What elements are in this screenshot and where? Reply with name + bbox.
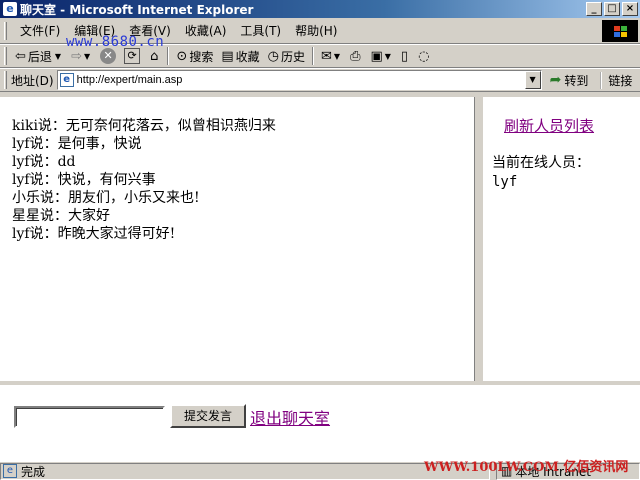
- window-controls: _ □ ×: [586, 2, 638, 16]
- status-text: 完成: [21, 464, 46, 479]
- back-arrow-icon: ⇦: [15, 48, 26, 64]
- favorites-label: 收藏: [235, 49, 260, 64]
- message-item: kiki说：无可奈何花落云，似曾相识燕归来: [12, 118, 276, 134]
- page-icon: e: [59, 73, 74, 87]
- edit-icon: ▣: [370, 48, 383, 64]
- input-frame: 提交发言 退出聊天室: [0, 385, 640, 461]
- zone-label: 本地 Intranet: [515, 464, 591, 479]
- home-button[interactable]: ⌂: [146, 45, 164, 67]
- online-users-label: 当前在线人员：: [492, 155, 590, 171]
- address-grip[interactable]: [4, 71, 7, 89]
- minimize-button[interactable]: _: [586, 2, 602, 16]
- menu-help[interactable]: 帮助(H): [288, 20, 344, 41]
- security-zone[interactable]: ▥ 本地 Intranet: [496, 462, 640, 480]
- history-button[interactable]: ◷ 历史: [264, 45, 309, 67]
- mail-button[interactable]: ✉ ▼: [317, 45, 346, 67]
- browser-window: e 聊天室 - Microsoft Internet Explorer _ □ …: [0, 0, 640, 480]
- menu-grip[interactable]: [4, 21, 7, 40]
- history-icon: ◷: [267, 48, 279, 64]
- message-item: 星星说：大家好: [12, 208, 110, 224]
- forward-arrow-icon: ⇨: [71, 48, 82, 64]
- address-bar: 地址(D) e http://expert/main.asp ▼ ➦ 转到 链接: [0, 68, 640, 92]
- message-input[interactable]: [14, 406, 165, 428]
- edit-button[interactable]: ▣ ▼: [366, 45, 396, 67]
- refresh-users-link[interactable]: 刷新人员列表: [504, 115, 640, 136]
- message-item: lyf说：dd: [12, 154, 76, 170]
- home-icon: ⌂: [150, 48, 159, 64]
- menu-bar: 文件(F) 编辑(E) 查看(V) 收藏(A) 工具(T) 帮助(H): [0, 18, 640, 44]
- print-button[interactable]: ⎙: [346, 45, 366, 67]
- address-value[interactable]: http://expert/main.asp: [77, 74, 183, 86]
- maximize-button[interactable]: □: [604, 2, 620, 16]
- window-title: 聊天室 - Microsoft Internet Explorer: [20, 2, 254, 17]
- favorites-button[interactable]: ▤ 收藏: [217, 45, 263, 67]
- chevron-down-icon: ▼: [83, 51, 91, 61]
- menu-file[interactable]: 文件(F): [13, 20, 67, 41]
- title-bar[interactable]: e 聊天室 - Microsoft Internet Explorer _ □ …: [0, 0, 640, 18]
- search-button[interactable]: ⊙ 搜索: [172, 45, 217, 67]
- toolbar-separator: [312, 47, 314, 65]
- address-input[interactable]: e http://expert/main.asp ▼: [56, 70, 542, 90]
- stop-icon: ✕: [100, 48, 117, 64]
- intranet-icon: ▥: [501, 464, 513, 478]
- menu-favorites[interactable]: 收藏(A): [178, 20, 234, 41]
- back-label: 后退: [27, 49, 52, 64]
- ie-page-icon: e: [3, 2, 17, 16]
- message-item: lyf说：是何事，快说: [12, 136, 142, 152]
- refresh-button[interactable]: ⟳: [120, 45, 146, 67]
- message-item: 小乐说：朋友们，小乐又来也!: [12, 190, 200, 206]
- submit-message-button[interactable]: 提交发言: [170, 404, 246, 428]
- status-panel: e 完成: [0, 462, 490, 480]
- close-button[interactable]: ×: [622, 2, 638, 16]
- standard-toolbar: ⇦ 后退 ▼ ⇨ ▼ ✕ ⟳ ⌂ ⊙ 搜索 ▤ 收藏 ◷ 历史 ✉ ▼ ⎙ ▣ …: [0, 44, 640, 68]
- menu-view[interactable]: 查看(V): [122, 20, 178, 41]
- message-item: lyf说：快说，有何兴事: [12, 172, 156, 188]
- exit-chat-link[interactable]: 退出聊天室: [250, 405, 330, 429]
- favorites-folder-icon: ▤: [221, 48, 234, 64]
- page-icon: e: [3, 464, 17, 478]
- go-arrow-icon: ➦: [549, 72, 562, 88]
- messenger-button[interactable]: ◌: [414, 45, 435, 67]
- forward-button[interactable]: ⇨ ▼: [67, 45, 96, 67]
- discuss-button[interactable]: ▯: [397, 45, 414, 67]
- page-content: kiki说：无可奈何花落云，似曾相识燕归来 lyf说：是何事，快说 lyf说：d…: [0, 93, 640, 461]
- online-user-item: lyf: [492, 174, 518, 190]
- menu-edit[interactable]: 编辑(E): [67, 20, 122, 41]
- windows-logo-icon: [602, 20, 638, 42]
- document-icon: ▯: [400, 48, 409, 64]
- refresh-icon: ⟳: [124, 48, 141, 64]
- search-label: 搜索: [189, 49, 214, 64]
- mail-icon: ✉: [321, 48, 332, 64]
- messages-frame: kiki说：无可奈何花落云，似曾相识燕归来 lyf说：是何事，快说 lyf说：d…: [0, 97, 478, 381]
- chevron-down-icon: ▼: [333, 51, 341, 61]
- messenger-icon: ◌: [418, 48, 430, 64]
- stop-button[interactable]: ✕: [96, 45, 120, 67]
- links-button[interactable]: 链接: [600, 71, 632, 89]
- search-icon: ⊙: [176, 48, 188, 64]
- chevron-down-icon: ▼: [54, 51, 62, 61]
- users-frame: 刷新人员列表 当前在线人员： lyf: [483, 97, 640, 381]
- go-label: 转到: [564, 73, 589, 88]
- status-bar: e 完成 ▥ 本地 Intranet: [0, 461, 640, 480]
- chevron-down-icon: ▼: [384, 51, 391, 61]
- back-button[interactable]: ⇦ 后退 ▼: [11, 45, 67, 67]
- printer-icon: ⎙: [350, 48, 361, 64]
- toolbar-separator: [167, 47, 170, 65]
- address-label: 地址(D): [11, 73, 54, 88]
- message-item: lyf说：昨晚大家过得可好!: [12, 226, 176, 242]
- toolbar-grip[interactable]: [4, 47, 7, 65]
- message-list: kiki说：无可奈何花落云，似曾相识燕归来 lyf说：是何事，快说 lyf说：d…: [0, 97, 475, 243]
- go-button[interactable]: ➦ 转到: [550, 72, 589, 89]
- history-label: 历史: [280, 49, 305, 64]
- address-dropdown-icon[interactable]: ▼: [524, 71, 541, 89]
- menu-tools[interactable]: 工具(T): [233, 20, 288, 41]
